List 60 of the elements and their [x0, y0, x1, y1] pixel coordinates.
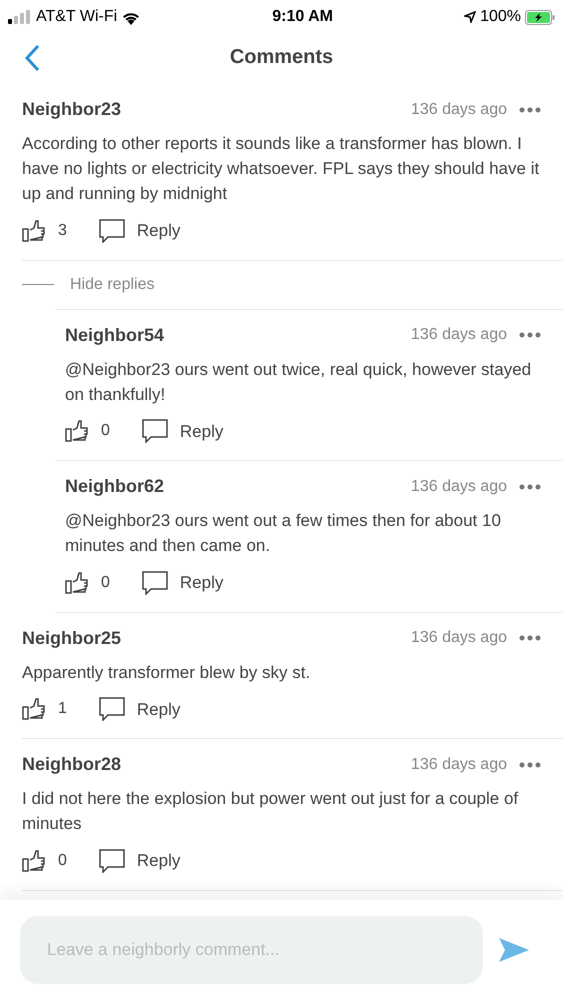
like-button[interactable]: 0	[22, 848, 67, 873]
send-icon	[499, 938, 529, 962]
more-options-icon[interactable]	[519, 635, 541, 641]
reply-button[interactable]: Reply	[98, 696, 180, 722]
like-count: 1	[58, 699, 67, 720]
speech-bubble-icon	[142, 570, 168, 595]
comment-text: I did not here the explosion but power went out just for a couple of minutes	[22, 788, 520, 835]
speech-bubble-icon	[98, 218, 125, 243]
back-button[interactable]	[24, 44, 40, 72]
reply-button[interactable]: Reply	[98, 218, 180, 244]
like-count: 3	[58, 220, 67, 241]
reply-button[interactable]: Reply	[98, 848, 180, 874]
clock: 9:10 AM	[272, 7, 333, 27]
author-name: Neighbor54	[65, 324, 164, 347]
more-options-icon[interactable]	[519, 332, 541, 338]
comment-time: 136 days ago	[410, 325, 507, 345]
speech-bubble-icon	[98, 848, 125, 873]
battery-percent: 100%	[480, 7, 521, 27]
like-button[interactable]: 0	[65, 570, 110, 595]
reply-label: Reply	[136, 220, 180, 242]
thumbs-up-icon	[65, 572, 89, 594]
more-options-icon[interactable]	[519, 762, 541, 768]
reply-button[interactable]: Reply	[142, 418, 224, 444]
author-name: Neighbor23	[22, 98, 122, 121]
thumbs-up-icon	[22, 698, 46, 720]
comment-text: @Neighbor23 ours went out twice, real quick, however stayed on thankfully!	[65, 358, 532, 406]
reply-label: Reply	[180, 572, 224, 594]
toggle-replies-button[interactable]: Hide replies	[0, 260, 176, 308]
author-name: Neighbor25	[22, 626, 122, 650]
like-count: 0	[101, 572, 110, 593]
comment-time: 136 days ago	[410, 628, 507, 648]
reply-label: Reply	[136, 698, 180, 720]
speech-bubble-icon	[98, 697, 125, 722]
comment-text: According to other reports it sounds like a transformer has blown. I have no lights or electricity whatsoever. FPL says they should have it up and running by midnight	[22, 133, 540, 205]
comment-text: Apparently transformer blew by sky st.	[22, 662, 312, 684]
comment-time: 136 days ago	[410, 476, 507, 496]
reply-label: Reply	[136, 850, 180, 872]
like-button[interactable]: 3	[22, 218, 67, 243]
reply-label: Reply	[180, 420, 224, 442]
page-title: Comments	[230, 45, 334, 70]
speech-bubble-icon	[142, 419, 168, 444]
reply-button[interactable]: Reply	[142, 570, 224, 596]
like-button[interactable]: 0	[65, 419, 110, 444]
carrier-label: AT&T Wi-Fi	[36, 7, 118, 27]
author-name: Neighbor28	[22, 753, 122, 776]
comment-time: 136 days ago	[410, 100, 507, 120]
signal-icon	[8, 10, 32, 24]
author-name: Neighbor62	[65, 475, 164, 498]
thumbs-up-icon	[65, 420, 89, 442]
like-count: 0	[101, 421, 110, 442]
like-count: 0	[58, 850, 67, 871]
more-options-icon[interactable]	[519, 484, 541, 490]
comment-time: 136 days ago	[410, 754, 507, 774]
comment-text: @Neighbor23 ours went out a few times then for about 10 minutes and then came on.	[65, 510, 502, 557]
more-options-icon[interactable]	[519, 106, 541, 112]
thumbs-up-icon	[22, 850, 46, 872]
thumbs-up-icon	[22, 220, 46, 242]
like-button[interactable]: 1	[22, 697, 67, 722]
charging-battery-icon	[524, 10, 555, 24]
location-arrow-icon	[464, 11, 476, 23]
